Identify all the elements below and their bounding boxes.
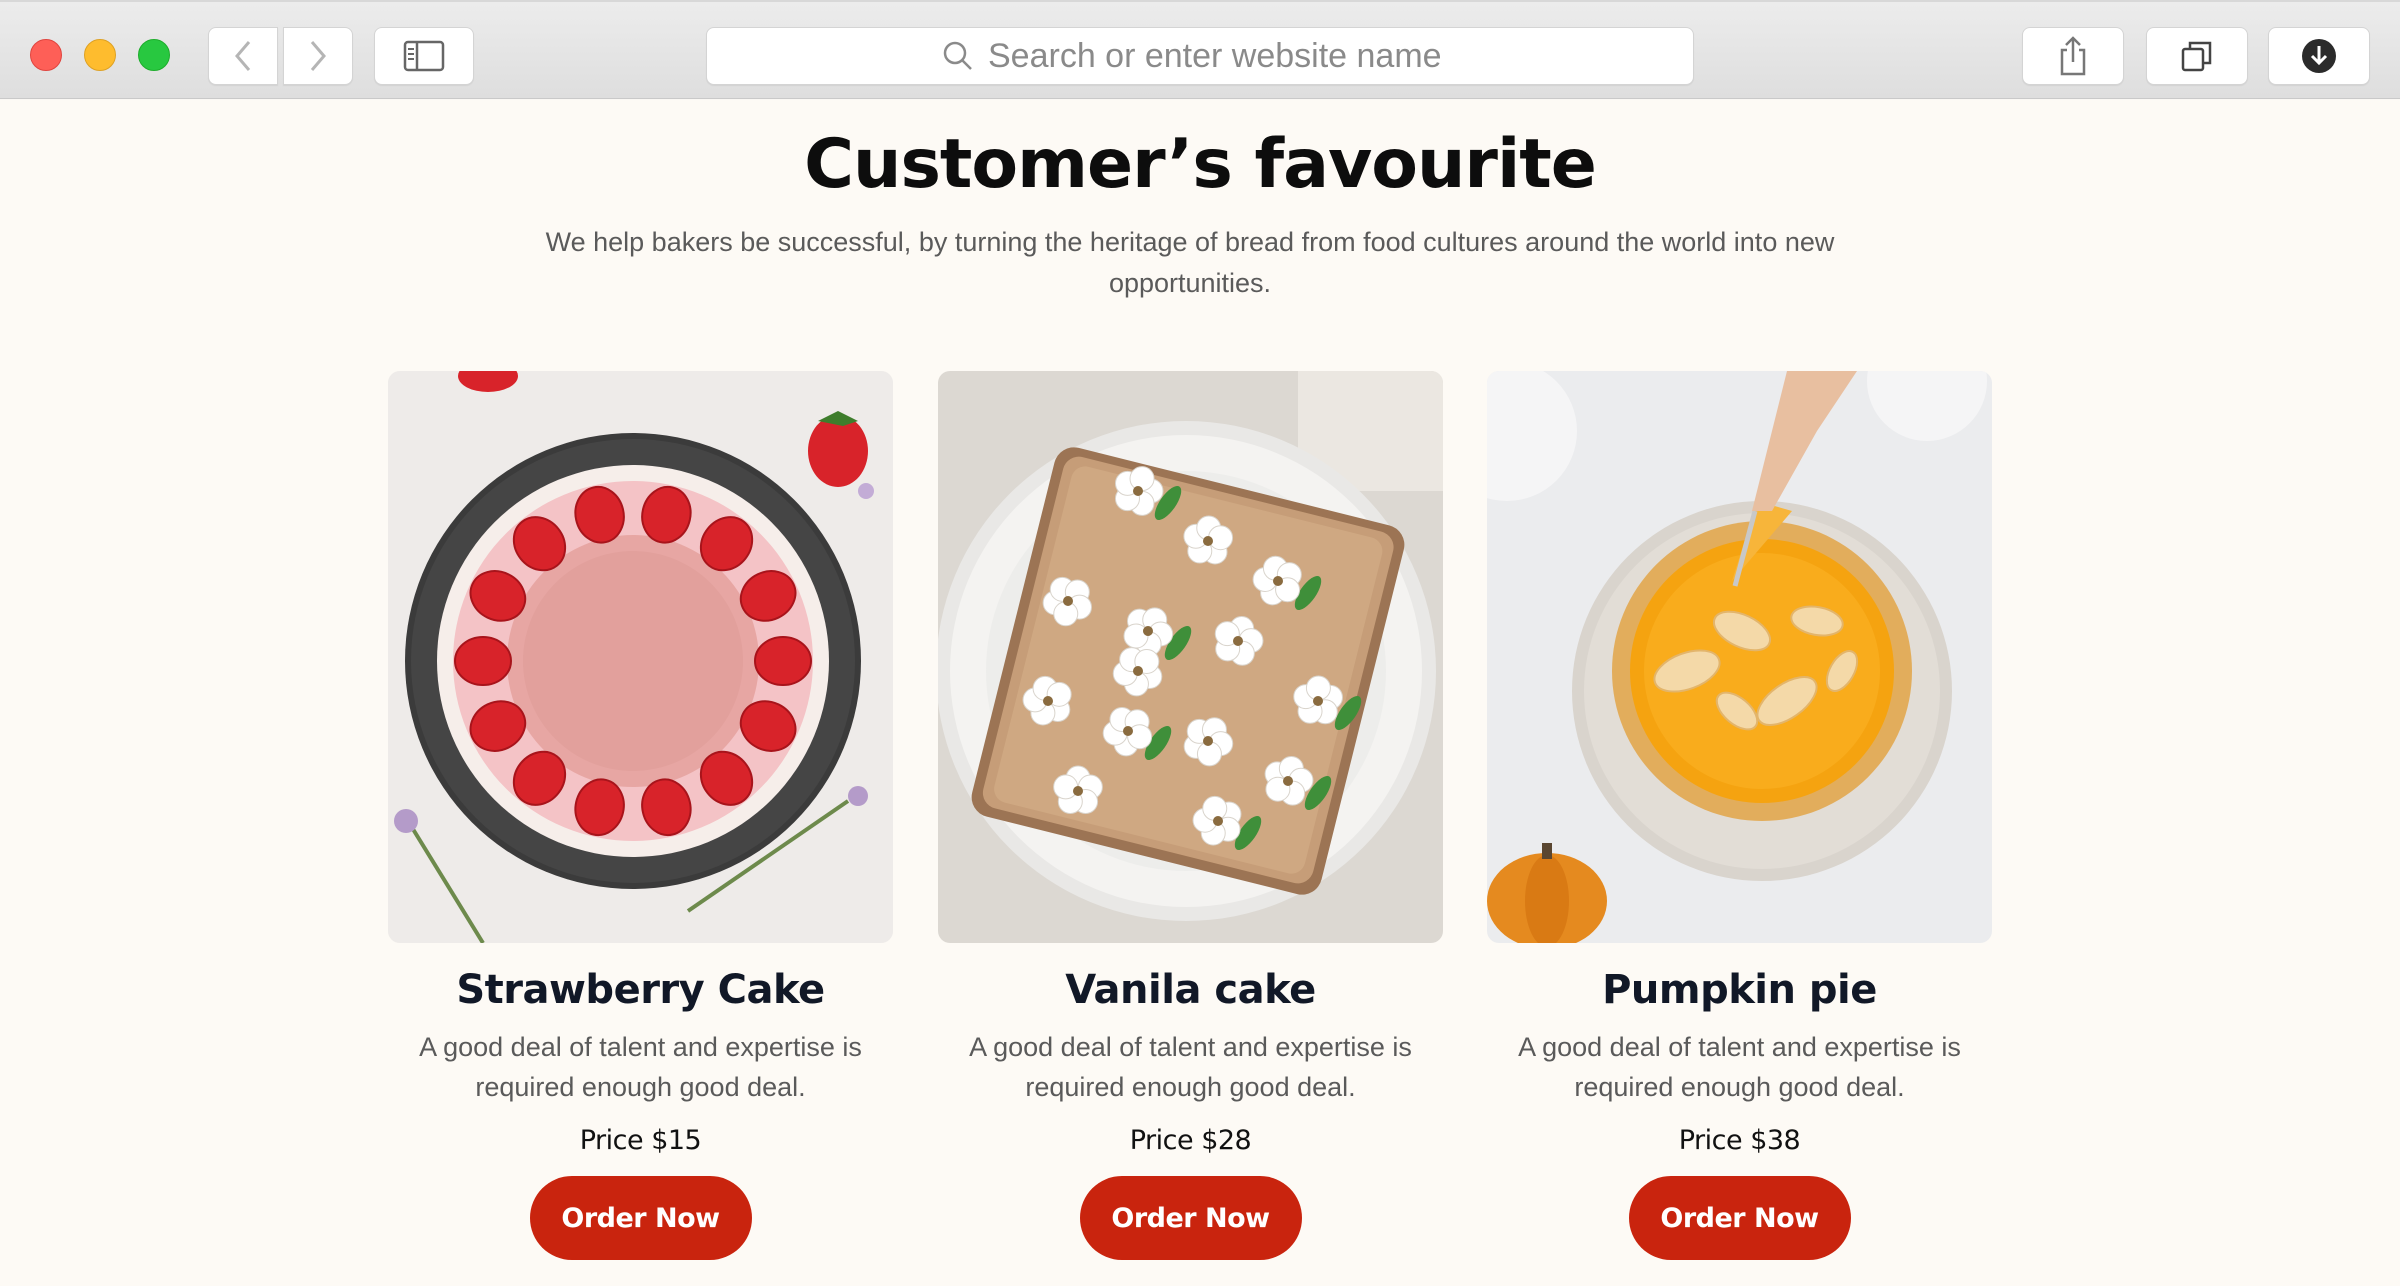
share-icon [2060,36,2086,76]
vanila-cake-photo [938,371,1443,943]
product-name: Vanila cake [1065,967,1316,1013]
tab-overview-button[interactable] [2146,27,2248,85]
pumpkin-pie-photo [1487,371,1992,943]
search-icon [942,40,974,72]
strawberry-cake-photo [388,371,893,943]
share-button[interactable] [2022,27,2124,85]
forward-button[interactable] [283,27,353,85]
product-name: Strawberry Cake [456,967,825,1013]
product-card-strawberry-cake: Strawberry Cake A good deal of talent an… [388,371,893,1260]
close-window-button[interactable] [30,39,62,71]
chevron-right-icon [310,41,326,71]
page-content: Customer’s favourite We help bakers be s… [0,100,2400,1286]
product-name: Pumpkin pie [1602,967,1877,1013]
product-card-pumpkin-pie: Pumpkin pie A good deal of talent and ex… [1487,371,1992,1260]
chevron-left-icon [235,41,251,71]
product-description: A good deal of talent and expertise is r… [1518,1032,1961,1102]
order-now-button[interactable]: Order Now [529,1176,752,1260]
minimize-window-button[interactable] [84,39,116,71]
section-title: Customer’s favourite [804,125,1597,204]
address-input[interactable] [988,36,1458,76]
product-description: A good deal of talent and expertise is r… [969,1032,1412,1102]
download-icon [2302,39,2336,73]
address-bar[interactable] [706,27,1694,85]
sidebar-toggle-button[interactable] [374,27,474,85]
tabs-icon [2181,41,2212,72]
browser-toolbar [0,0,2400,99]
sidebar-icon [403,40,445,72]
product-price: Price $38 [1678,1125,1801,1156]
order-now-button[interactable]: Order Now [1628,1176,1851,1260]
product-description: A good deal of talent and expertise is r… [419,1032,862,1102]
product-price: Price $15 [579,1125,702,1156]
section-subtitle: We help bakers be successful, by turning… [545,227,1835,298]
downloads-button[interactable] [2268,27,2370,85]
order-now-button[interactable]: Order Now [1079,1176,1302,1260]
product-card-vanila-cake: Vanila cake A good deal of talent and ex… [938,371,1443,1260]
product-price: Price $28 [1129,1125,1252,1156]
zoom-window-button[interactable] [138,39,170,71]
back-button[interactable] [208,27,278,85]
